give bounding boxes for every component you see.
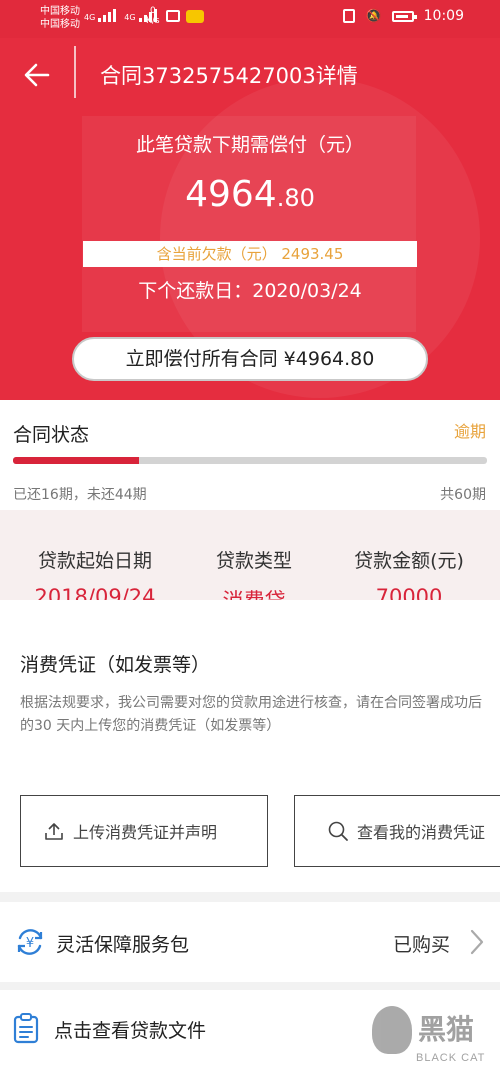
service-package-label: 灵活保障服务包 <box>56 934 190 956</box>
service-package-row[interactable]: ¥ 灵活保障服务包 已购买 <box>0 902 500 982</box>
due-amount: 4964.80 <box>0 174 500 215</box>
mute-bell-icon: 🔕 <box>365 8 382 24</box>
nfc-icon <box>343 9 356 23</box>
app-notification-icon <box>186 10 204 23</box>
page-title: 合同3732575427003详情 <box>100 64 358 88</box>
service-package-status: 已购买 <box>392 934 450 956</box>
net-2: 4G <box>124 13 136 22</box>
loan-documents-row[interactable]: 点击查看贷款文件 黑猫 BLACK CAT <box>0 990 500 1083</box>
total-periods: 共60期 <box>440 487 486 503</box>
due-label: 此笔贷款下期需偿付（元） <box>135 134 364 156</box>
speed-unit: K/s <box>146 16 160 26</box>
back-arrow-icon <box>24 63 50 87</box>
back-button[interactable] <box>22 60 54 92</box>
carrier-info: 中国移动 中国移动 <box>40 5 80 31</box>
clock: 10:09 <box>423 8 464 24</box>
status-right: 🔕 10:09 <box>343 8 464 24</box>
next-payment-date: 下个还款日：2020/03/24 <box>138 280 362 302</box>
arrears-badge: 含当前欠款（元） 2493.45 <box>83 241 417 267</box>
status-title: 合同状态 <box>13 424 90 446</box>
voucher-title: 消费凭证（如发票等） <box>20 654 211 676</box>
loan-type-label: 贷款类型 <box>215 550 292 572</box>
signal-1-icon: 4G <box>84 8 117 22</box>
network-speed: 0 K/s <box>146 6 160 26</box>
upload-icon <box>45 823 63 840</box>
notification-icons <box>166 10 204 23</box>
nav-divider <box>74 46 76 98</box>
watermark: 黑猫 BLACK CAT <box>370 1000 490 1080</box>
contract-header: 合同3732575427003详情 此笔贷款下期需偿付（元） 4964.80 含… <box>0 38 500 400</box>
yuan-symbol: ¥ <box>26 936 34 951</box>
carrier-1: 中国移动 <box>40 6 80 17</box>
watermark-text: 黑猫 <box>418 1013 475 1046</box>
loan-start-label: 贷款起始日期 <box>37 550 152 572</box>
cat-logo-icon <box>372 1006 412 1054</box>
status-bar: 中国移动 中国移动 4G 4G 0 K/s 🔕 10:09 <box>0 0 500 38</box>
net-1: 4G <box>84 13 96 22</box>
search-icon <box>328 821 348 841</box>
pay-all-button[interactable]: 立即偿付所有合同 ¥4964.80 <box>72 337 428 381</box>
loan-amount-label: 贷款金额(元) <box>354 550 464 572</box>
clipboard-icon <box>13 1013 39 1044</box>
watermark-subtext: BLACK CAT <box>416 1052 486 1064</box>
yuan-refresh-icon: ¥ <box>17 929 43 955</box>
chevron-right-icon <box>470 929 484 955</box>
repayment-progress-bar <box>13 457 487 464</box>
speed-value: 0 <box>149 6 156 16</box>
view-voucher-button[interactable]: 查看我的消费凭证 <box>294 795 500 867</box>
repayment-progress-fill <box>13 457 140 464</box>
paid-periods: 已还16期，未还44期 <box>13 487 147 503</box>
view-voucher-label: 查看我的消费凭证 <box>357 823 486 842</box>
battery-icon <box>391 10 417 22</box>
loan-documents-label: 点击查看贷款文件 <box>54 1020 207 1042</box>
briefcase-icon <box>166 10 180 22</box>
voucher-section: 消费凭证（如发票等） 根据法规要求，我公司需要对您的贷款用途进行核查，请在合同签… <box>0 600 500 892</box>
due-amount-int: 4964 <box>185 174 277 215</box>
voucher-description: 根据法规要求，我公司需要对您的贷款用途进行核查，请在合同签署成功后的30 天内上… <box>20 695 482 734</box>
upload-voucher-button[interactable]: 上传消费凭证并声明 <box>20 795 268 867</box>
carrier-2: 中国移动 <box>40 19 80 30</box>
loan-info-strip: 贷款起始日期 2018/09/24 贷款类型 消费贷 贷款金额(元) 70000 <box>0 510 500 613</box>
status-badge: 逾期 <box>453 422 486 441</box>
upload-voucher-label: 上传消费凭证并声明 <box>73 823 218 842</box>
contract-status-section: 合同状态 逾期 已还16期，未还44期 共60期 <box>0 400 500 510</box>
due-amount-dec: .80 <box>276 184 315 212</box>
